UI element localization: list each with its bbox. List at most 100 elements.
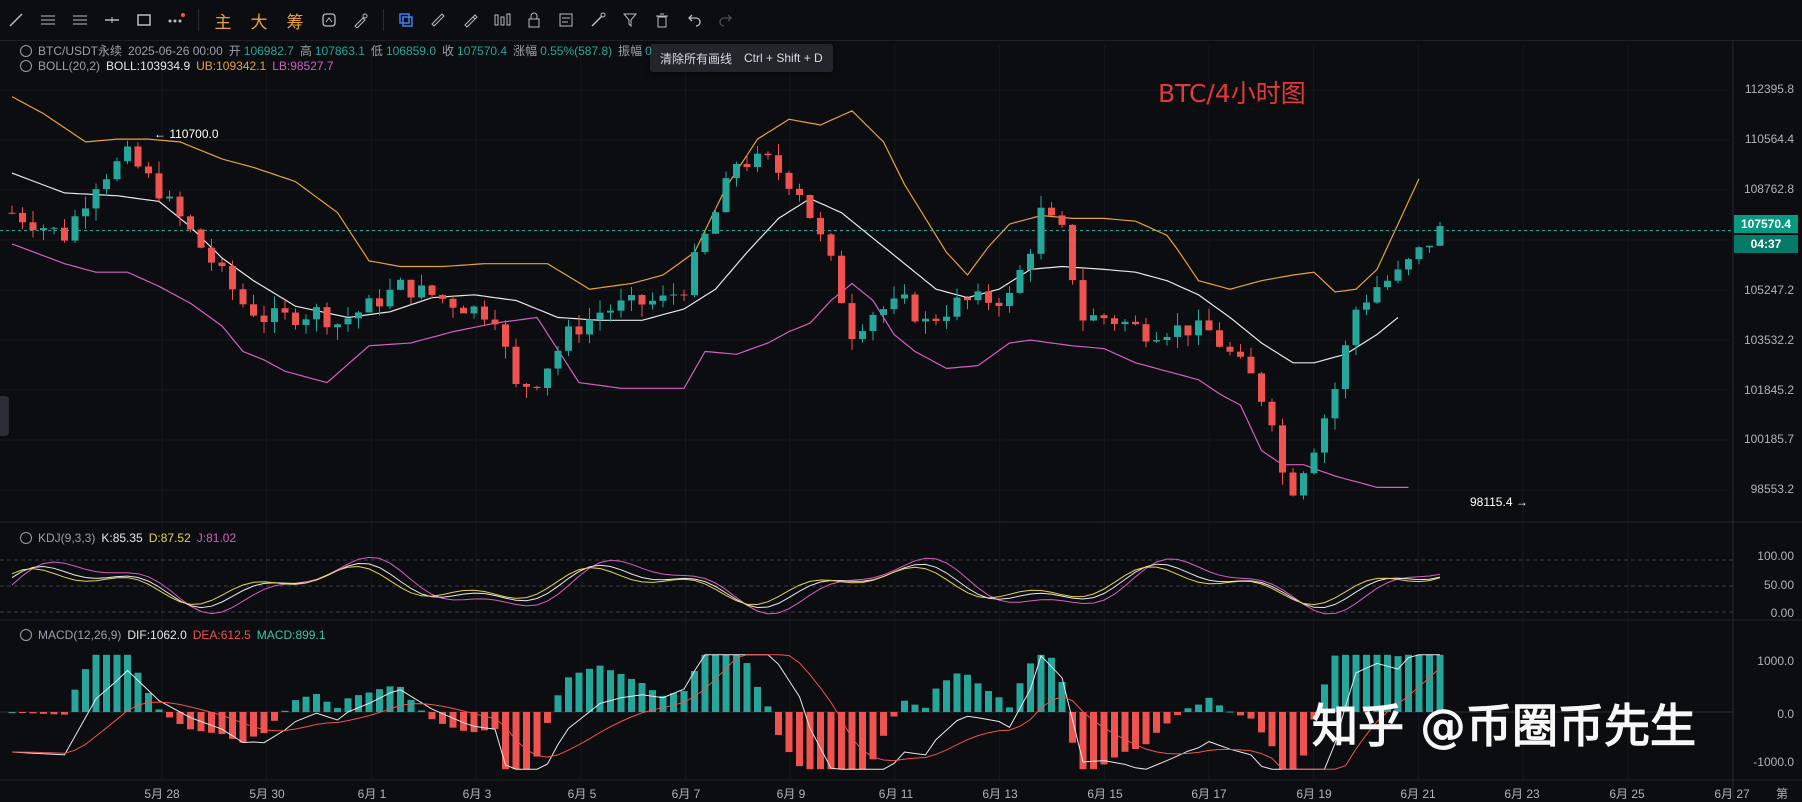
candle-body [544,368,551,389]
candle-body [502,324,509,347]
macd-histogram-bar [1153,712,1160,733]
macd-tick: 1000.0 [1757,654,1794,668]
macd-histogram-bar [533,712,541,757]
kdj-tick: 0.00 [1770,606,1794,620]
candle-body [565,326,572,351]
candle-body [838,255,845,304]
candle-body [911,294,919,322]
visibility-icon[interactable] [20,60,32,72]
macd-histogram-bar [670,693,677,712]
candle-body [1289,472,1297,496]
amplitude-value: 0 [645,43,652,58]
date-tick: 6月 7 [671,787,701,801]
symbol-name: BTC/USDT永续 [38,44,123,58]
macd-histogram-bar [995,697,1003,712]
candle-body [1321,418,1328,453]
candle-body [1132,321,1139,325]
macd-histogram-bar [302,696,310,712]
macd-histogram-bar [1111,712,1118,758]
price-chart[interactable] [0,0,1802,801]
macd-histogram-bar [953,673,961,712]
macd-histogram-bar [943,680,950,712]
candle-body [985,291,992,303]
macd-histogram-bar [250,712,257,737]
candle-body [512,346,520,384]
kdj-j-value: J:81.02 [196,531,237,545]
macd-histogram-bar [376,689,383,712]
macd-histogram-bar [586,668,593,712]
macd-histogram-bar [1268,712,1276,747]
candle-body [974,291,982,301]
macd-histogram-bar [575,672,583,712]
macd-histogram-bar [323,701,331,712]
candle-body [365,298,373,313]
candle-body [334,324,341,328]
candle-body [229,265,236,290]
tooltip-text: 清除所有画线 [660,51,733,66]
change-value: 0.55%(587.8) [540,43,613,58]
bar-datetime: 2025-06-26 00:00 [128,43,223,58]
macd-histogram-bar [8,712,16,713]
date-tick: 6月 1 [357,787,387,801]
macd-histogram-bar [1289,712,1297,770]
candle-body [964,297,971,301]
candle-body [586,319,593,335]
candle-body [313,307,320,320]
macd-histogram-bar [208,712,215,733]
macd-histogram-bar [1226,711,1234,713]
open-label: 开 [228,44,241,58]
watermark: 知乎 @币圈币先生 [1312,699,1697,753]
candle-body [323,307,331,328]
macd-histogram-bar [1100,712,1108,765]
macd-histogram-bar [1163,712,1171,724]
kdj-indicator [0,556,1733,615]
boll-value: BOLL:103934.9 [106,59,191,73]
candle-body [1037,207,1045,254]
sidebar-collapse-handle[interactable] [0,396,9,436]
candle-body [701,233,709,253]
visibility-icon[interactable] [20,44,32,57]
main-legend: BTC/USDT永续 2025-06-26 00:00 开 106982.7 高1… [20,42,658,59]
boll-name: BOLL(20,2) [38,59,101,73]
candle-body [407,279,415,298]
macd-histogram-bar [71,689,79,712]
macd-tick: -1000.0 [1753,755,1794,769]
candle-body [890,298,898,310]
candle-body [932,318,940,321]
macd-histogram-bar [838,712,845,770]
macd-histogram-bar [1237,712,1244,716]
candle-body [19,212,26,223]
candle-body [155,173,163,199]
candle-body [806,195,814,218]
candle-body [649,300,656,305]
macd-histogram-bar [344,698,352,712]
candle-body [1363,302,1370,310]
macd-histogram-bar [701,654,709,712]
candle-body [1384,280,1391,288]
macd-histogram-bar [796,712,803,767]
macd-histogram-bar [155,709,163,712]
close-label: 收 [442,44,455,58]
macd-histogram-bar [890,712,898,717]
macd-dea-value: DEA:612.5 [192,628,251,642]
visibility-icon[interactable] [20,629,32,641]
candle-body [218,262,226,266]
candle-body [1090,315,1097,321]
candle-body [197,229,205,248]
clear-drawings-tooltip: 清除所有画线 Ctrl + Shift + D [650,44,833,72]
macd-histogram-bar [523,712,530,770]
date-tick: 6月 13 [982,787,1018,801]
candle-body [733,163,740,179]
macd-histogram-bar [19,712,26,713]
visibility-icon[interactable] [20,532,32,544]
date-tick: 6月 15 [1087,787,1123,801]
candle-body [260,315,268,323]
amplitude-label: 振幅 [618,44,643,58]
macd-histogram-bar [1069,712,1076,743]
candle-body [355,312,362,319]
macd-histogram-bar [50,712,58,715]
candle-body [1216,330,1223,347]
macd-histogram-bar [449,712,457,728]
macd-histogram-bar [1205,697,1213,712]
macd-histogram-bar [166,712,173,718]
